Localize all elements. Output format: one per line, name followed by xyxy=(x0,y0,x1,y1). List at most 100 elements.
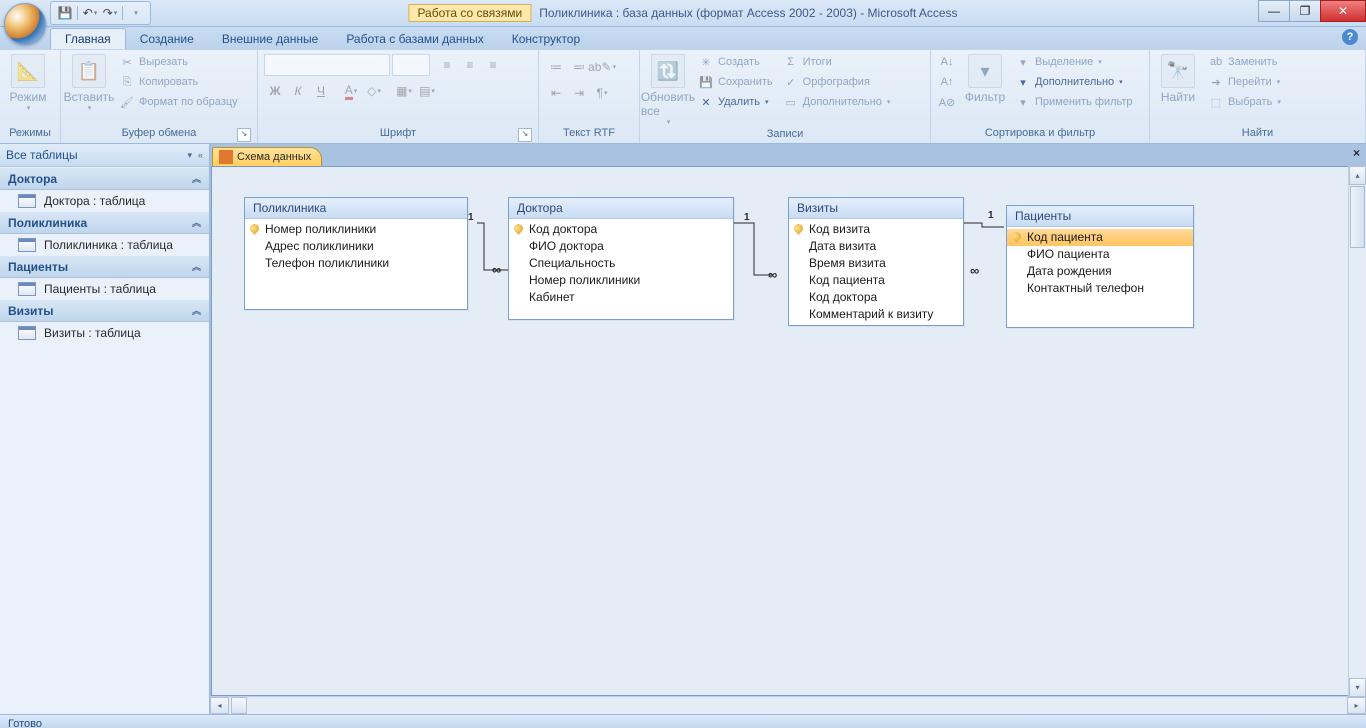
dialog-launcher-icon[interactable]: ↘ xyxy=(237,128,251,142)
table-field[interactable]: Комментарий к визиту xyxy=(789,306,963,323)
selection-filter-button[interactable]: ▾Выделение▾ xyxy=(1011,52,1137,72)
italic-button[interactable]: К xyxy=(287,80,309,102)
more-records-button[interactable]: ▭Дополнительно▾ xyxy=(779,92,895,112)
sort-asc-button[interactable]: A↓ xyxy=(935,52,959,72)
table-field[interactable]: Адрес поликлиники xyxy=(245,238,467,255)
table-box-visits[interactable]: Визиты Код визита Дата визита Время визи… xyxy=(788,197,964,326)
goto-button[interactable]: ➔Перейти▾ xyxy=(1204,72,1285,92)
alt-row-button[interactable]: ▤▾ xyxy=(416,80,438,102)
clear-sort-button[interactable]: A⊘ xyxy=(935,92,959,112)
horizontal-scrollbar[interactable]: ◂ ▸ xyxy=(210,696,1366,714)
tab-design[interactable]: Конструктор xyxy=(498,29,594,49)
redo-icon[interactable]: ↷▾ xyxy=(102,5,118,21)
tab-home[interactable]: Главная xyxy=(50,28,126,49)
font-size-combo[interactable] xyxy=(392,54,430,76)
table-field[interactable]: ФИО доктора xyxy=(509,238,733,255)
collapse-pane-icon[interactable]: « xyxy=(198,150,203,161)
chevron-down-icon[interactable]: ▾ xyxy=(187,150,192,161)
nav-group-visits[interactable]: Визиты︽ xyxy=(0,299,209,322)
table-field[interactable]: Код визита xyxy=(789,221,963,238)
scroll-down-icon[interactable]: ▾ xyxy=(1349,678,1366,697)
scroll-right-icon[interactable]: ▸ xyxy=(1347,697,1366,714)
table-field[interactable]: ФИО пациента xyxy=(1007,246,1193,263)
table-field[interactable]: Телефон поликлиники xyxy=(245,255,467,272)
nav-pane-header[interactable]: Все таблицы ▾« xyxy=(0,144,209,167)
copy-button[interactable]: ⎘Копировать xyxy=(115,72,242,92)
toggle-filter-button[interactable]: ▾Применить фильтр xyxy=(1011,92,1137,112)
filter-button[interactable]: ▾Фильтр xyxy=(961,52,1009,106)
scroll-left-icon[interactable]: ◂ xyxy=(210,697,229,714)
delete-record-button[interactable]: ✕Удалить▾ xyxy=(694,92,777,112)
table-header[interactable]: Доктора xyxy=(509,198,733,219)
doc-tab-relationships[interactable]: Схема данных xyxy=(212,147,322,166)
table-field[interactable]: Дата визита xyxy=(789,238,963,255)
save-record-button[interactable]: 💾Сохранить xyxy=(694,72,777,92)
fill-color-button[interactable]: ◇▾ xyxy=(363,80,385,102)
table-field[interactable]: Код пациента xyxy=(1007,229,1193,246)
table-field[interactable]: Номер поликлиники xyxy=(509,272,733,289)
refresh-all-button[interactable]: 🔃Обновить все▾ xyxy=(644,52,692,128)
font-color-button[interactable]: A▾ xyxy=(340,80,362,102)
indent-decrease-button[interactable]: ⇤ xyxy=(545,82,567,104)
table-field[interactable]: Код пациента xyxy=(789,272,963,289)
scroll-thumb[interactable] xyxy=(1350,186,1365,248)
tab-database[interactable]: Работа с базами данных xyxy=(332,29,497,49)
find-button[interactable]: 🔭Найти xyxy=(1154,52,1202,106)
font-family-combo[interactable] xyxy=(264,54,390,76)
doc-tab-close-icon[interactable]: × xyxy=(1353,146,1360,160)
table-box-clinic[interactable]: Поликлиника Номер поликлиники Адрес поли… xyxy=(244,197,468,310)
replace-button[interactable]: abЗаменить xyxy=(1204,52,1285,72)
paste-button[interactable]: 📋Вставить▾ xyxy=(65,52,113,114)
table-field[interactable]: Контактный телефон xyxy=(1007,280,1193,297)
vertical-scrollbar[interactable]: ▴ ▾ xyxy=(1348,166,1366,697)
totals-button[interactable]: ΣИтоги xyxy=(779,52,895,72)
table-field[interactable]: Код доктора xyxy=(509,221,733,238)
sort-desc-button[interactable]: A↑ xyxy=(935,72,959,92)
table-box-doctors[interactable]: Доктора Код доктора ФИО доктора Специаль… xyxy=(508,197,734,320)
indent-increase-button[interactable]: ⇥ xyxy=(568,82,590,104)
nav-group-clinic[interactable]: Поликлиника︽ xyxy=(0,211,209,234)
list-bullets-button[interactable]: ≔ xyxy=(545,56,567,78)
table-header[interactable]: Визиты xyxy=(789,198,963,219)
table-field[interactable]: Специальность xyxy=(509,255,733,272)
table-box-patients[interactable]: Пациенты Код пациента ФИО пациента Дата … xyxy=(1006,205,1194,328)
highlight-button[interactable]: ab✎▾ xyxy=(591,56,613,78)
nav-group-patients[interactable]: Пациенты︽ xyxy=(0,255,209,278)
close-button[interactable]: ✕ xyxy=(1320,0,1366,22)
table-header[interactable]: Пациенты xyxy=(1007,206,1193,227)
list-numbers-button[interactable]: ≕ xyxy=(568,56,590,78)
save-icon[interactable]: 💾 xyxy=(57,5,73,21)
nav-group-doctors[interactable]: Доктора︽ xyxy=(0,167,209,190)
qat-customize-icon[interactable]: ▾ xyxy=(128,5,144,21)
view-mode-button[interactable]: 📐Режим▾ xyxy=(4,52,52,114)
bold-button[interactable]: Ж xyxy=(264,80,286,102)
advanced-filter-button[interactable]: ▾Дополнительно▾ xyxy=(1011,72,1137,92)
align-right-button[interactable]: ≡ xyxy=(482,54,504,76)
scroll-thumb[interactable] xyxy=(231,697,247,714)
align-center-button[interactable]: ≡ xyxy=(459,54,481,76)
dialog-launcher-icon[interactable]: ↘ xyxy=(518,128,532,142)
tab-create[interactable]: Создание xyxy=(126,29,208,49)
tab-external[interactable]: Внешние данные xyxy=(208,29,333,49)
underline-button[interactable]: Ч xyxy=(310,80,332,102)
maximize-button[interactable]: ❐ xyxy=(1289,0,1321,22)
format-painter-button[interactable]: 🖌Формат по образцу xyxy=(115,92,242,112)
select-button[interactable]: ⬚Выбрать▾ xyxy=(1204,92,1285,112)
gridlines-button[interactable]: ▦▾ xyxy=(393,80,415,102)
align-left-button[interactable]: ≡ xyxy=(436,54,458,76)
new-record-button[interactable]: ✳Создать xyxy=(694,52,777,72)
text-direction-button[interactable]: ¶▾ xyxy=(591,82,613,104)
relationships-canvas[interactable]: 1 ∞ 1 ∞ 1 ∞ Поликлиника Номер поликлиник… xyxy=(211,166,1365,696)
table-field[interactable]: Дата рождения xyxy=(1007,263,1193,280)
minimize-button[interactable]: — xyxy=(1258,0,1290,22)
nav-item-doctors-table[interactable]: Доктора : таблица xyxy=(0,190,209,211)
table-field[interactable]: Время визита xyxy=(789,255,963,272)
table-header[interactable]: Поликлиника xyxy=(245,198,467,219)
cut-button[interactable]: ✂Вырезать xyxy=(115,52,242,72)
spelling-button[interactable]: ✓Орфография xyxy=(779,72,895,92)
help-button[interactable]: ? xyxy=(1342,29,1358,45)
undo-icon[interactable]: ↶▾ xyxy=(82,5,98,21)
nav-item-patients-table[interactable]: Пациенты : таблица xyxy=(0,278,209,299)
nav-item-clinic-table[interactable]: Поликлиника : таблица xyxy=(0,234,209,255)
table-field[interactable]: Номер поликлиники xyxy=(245,221,467,238)
